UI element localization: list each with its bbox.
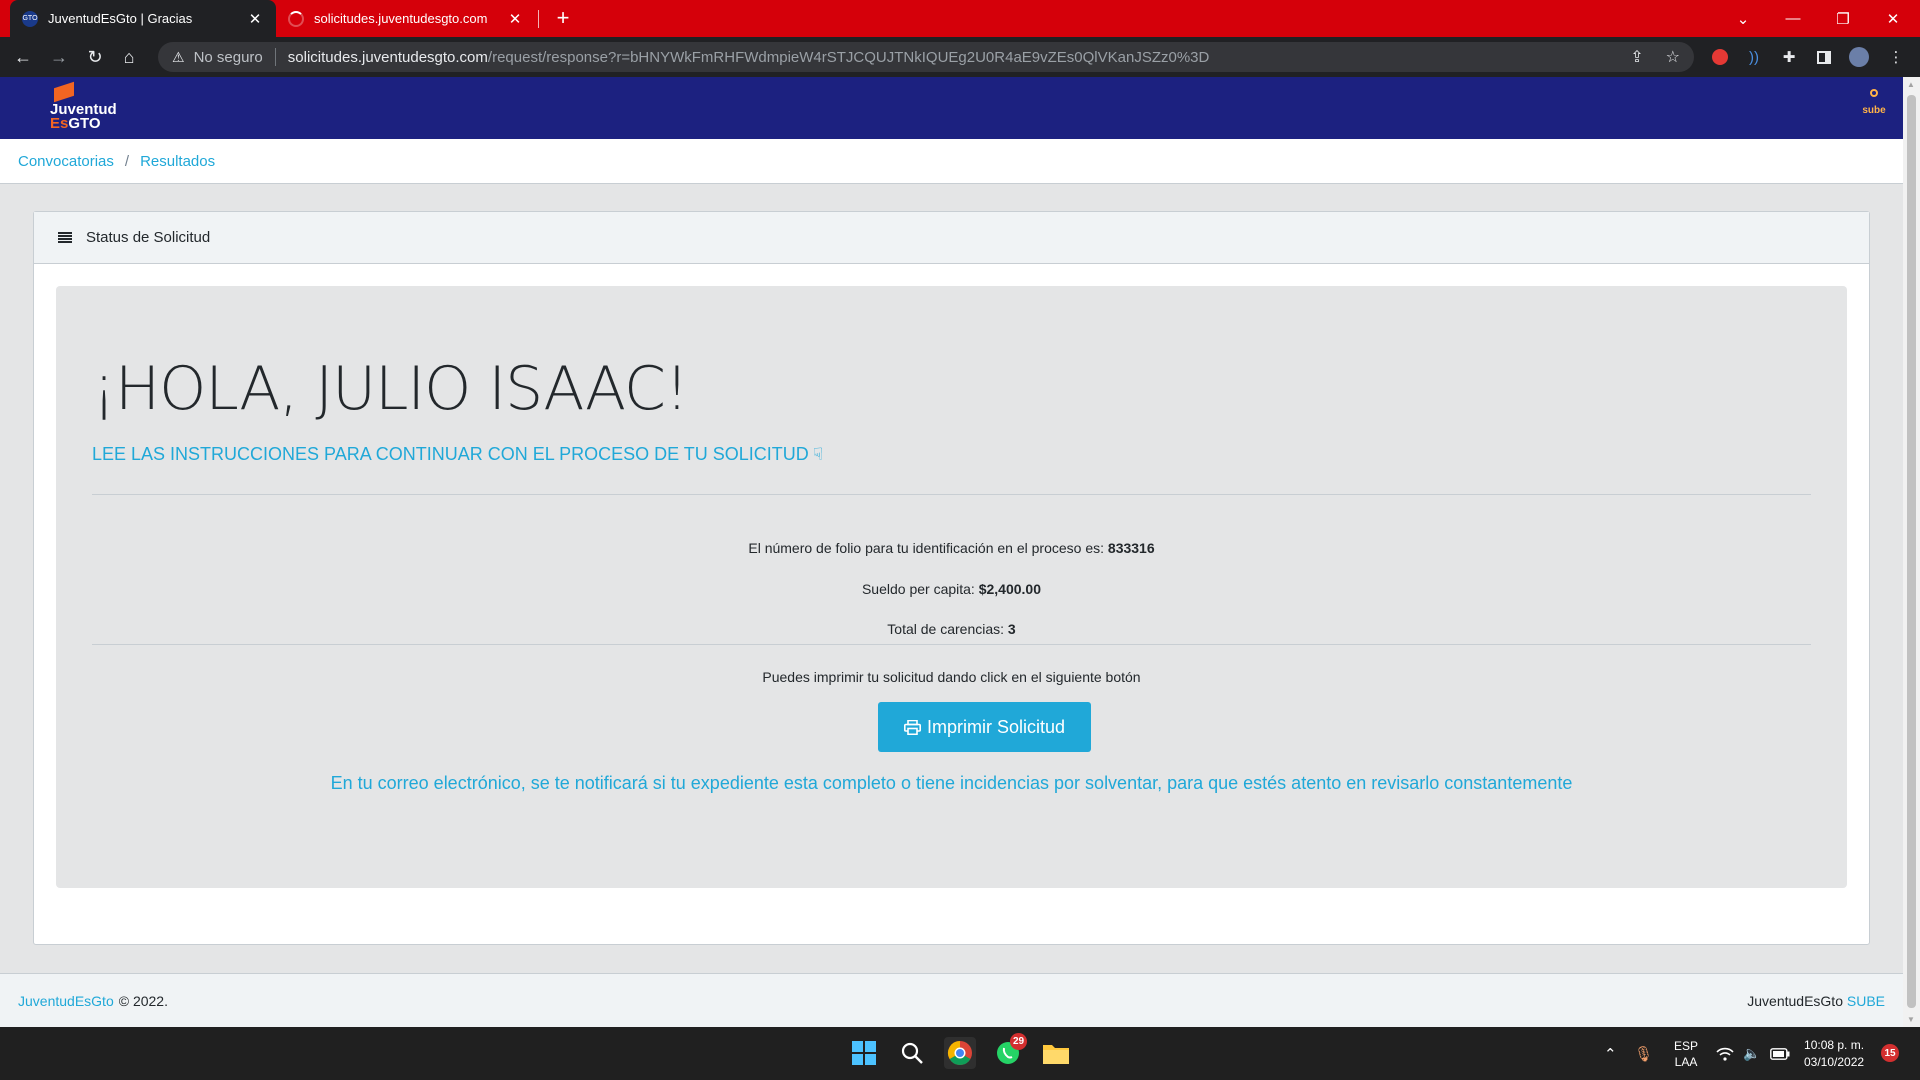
breadcrumb: Convocatorias / Resultados: [0, 139, 1903, 184]
microphone-icon[interactable]: 🎙: [1634, 1027, 1653, 1080]
close-window-button[interactable]: ✕: [1870, 0, 1916, 37]
footer-right: JuventudEsGto SUBE: [1747, 993, 1885, 1009]
divider: [92, 494, 1811, 495]
extension-red-icon[interactable]: [1709, 46, 1731, 68]
language-code: ESP: [1674, 1038, 1699, 1053]
card-title: Status de Solicitud: [86, 229, 211, 246]
url-path[interactable]: /request/response?r=bHNYWkFmRHFWdmpieW4r…: [488, 49, 1209, 66]
wifi-icon[interactable]: [1716, 1027, 1734, 1080]
url-host[interactable]: solicitudes.juventudesgto.com: [288, 49, 488, 66]
extensions-puzzle-icon[interactable]: ✚: [1778, 46, 1800, 68]
tab-search-icon[interactable]: ⌄: [1720, 0, 1766, 37]
forward-arrow-icon[interactable]: →: [46, 45, 72, 69]
juventud-esgto-logo[interactable]: Juventud EsGTO: [50, 81, 117, 132]
list-icon: [58, 231, 72, 244]
keyboard-layout: LAA: [1674, 1054, 1698, 1069]
bookmark-star-icon[interactable]: ☆: [1666, 47, 1680, 67]
windows-start-icon[interactable]: [848, 1037, 880, 1069]
site-header: Juventud EsGTO sube: [0, 77, 1903, 139]
footer-copyright: © 2022.: [118, 992, 168, 1009]
greeting-heading: ¡HOLA, JULIO ISAAC!: [92, 354, 689, 424]
page-footer: JuventudEsGto © 2022. JuventudEsGto SUBE: [0, 973, 1903, 1027]
sube-logo[interactable]: sube: [1859, 89, 1889, 123]
print-button-label: Imprimir Solicitud: [926, 716, 1066, 737]
footer-brand-link[interactable]: JuventudEsGto: [18, 993, 114, 1009]
loading-spinner-icon: [288, 10, 304, 27]
whatsapp-badge: 29: [1010, 1033, 1027, 1050]
warning-icon[interactable]: ⚠: [172, 49, 185, 66]
instructions-text: LEE LAS INSTRUCCIONES PARA CONTINUAR CON…: [92, 444, 809, 464]
extension-audio-icon[interactable]: )): [1743, 46, 1765, 68]
email-notice: En tu correo electrónico, se te notifica…: [330, 773, 1573, 793]
sueldo-line: Sueldo per capita: $2,400.00: [92, 581, 1811, 597]
carencias-label: Total de carencias:: [887, 621, 1005, 637]
instructions-lead: LEE LAS INSTRUCCIONES PARA CONTINUAR CON…: [92, 444, 823, 465]
divider: [92, 644, 1811, 645]
home-icon[interactable]: ⌂: [116, 45, 142, 69]
site-favicon-icon: GTO: [22, 10, 38, 27]
carencias-value: 3: [1007, 621, 1016, 637]
sube-label: sube: [1862, 105, 1886, 116]
security-label[interactable]: No seguro: [194, 49, 263, 66]
clock[interactable]: 10:08 p. m. 03/10/2022: [1804, 1027, 1864, 1080]
sueldo-label: Sueldo per capita:: [861, 581, 975, 597]
profile-avatar[interactable]: [1848, 46, 1870, 68]
sueldo-value: $2,400.00: [978, 581, 1042, 597]
battery-icon[interactable]: [1770, 1027, 1790, 1080]
print-request-button[interactable]: Imprimir Solicitud: [878, 702, 1091, 752]
tab-solicitudes[interactable]: solicitudes.juventudesgto.com ✕: [276, 0, 536, 37]
share-icon[interactable]: ⇪: [1630, 47, 1643, 67]
new-tab-button[interactable]: +: [550, 5, 576, 31]
breadcrumb-convocatorias[interactable]: Convocatorias: [18, 153, 114, 170]
restore-button[interactable]: ❐: [1820, 0, 1866, 37]
scroll-down-icon[interactable]: ▼: [1907, 1015, 1915, 1024]
folio-label: El número de folio para tu identificació…: [748, 540, 1105, 556]
windows-taskbar: 29 ⌃ 🎙 ESP LAA 🔈 10:08 p. m. 03/10/2022 …: [0, 1027, 1920, 1080]
breadcrumb-resultados[interactable]: Resultados: [140, 153, 215, 170]
chrome-taskbar-icon[interactable]: [944, 1037, 976, 1069]
file-explorer-icon[interactable]: [1040, 1037, 1072, 1069]
breadcrumb-separator: /: [124, 152, 130, 170]
clock-time: 10:08 p. m.: [1804, 1037, 1865, 1052]
notification-count-badge[interactable]: 15: [1881, 1044, 1899, 1062]
card-header: Status de Solicitud: [34, 212, 1869, 264]
search-icon[interactable]: [896, 1037, 928, 1069]
status-card: Status de Solicitud ¡HOLA, JULIO ISAAC! …: [33, 211, 1870, 945]
tab-separator: [538, 10, 539, 28]
hand-pointing-down-icon: ☟: [812, 445, 824, 464]
folio-line: El número de folio para tu identificació…: [92, 540, 1811, 556]
logo-gto: GTO: [68, 115, 101, 132]
reload-icon[interactable]: ↻: [82, 45, 108, 69]
side-panel-icon[interactable]: [1813, 46, 1835, 68]
minimize-button[interactable]: —: [1770, 0, 1816, 37]
close-tab-icon[interactable]: ✕: [506, 10, 524, 28]
browser-toolbar: ← → ↻ ⌂ ⚠ No seguro solicitudes.juventud…: [0, 37, 1920, 77]
jumbotron: ¡HOLA, JULIO ISAAC! LEE LAS INSTRUCCIONE…: [56, 286, 1847, 888]
tab-title: solicitudes.juventudesgto.com: [314, 11, 488, 26]
chrome-menu-icon[interactable]: ⋮: [1885, 46, 1907, 68]
footer-sube-link[interactable]: SUBE: [1847, 993, 1885, 1009]
logo-flag-icon: [54, 81, 74, 103]
page-scrollbar[interactable]: ▲ ▼: [1903, 77, 1920, 1027]
scrollbar-thumb[interactable]: [1907, 95, 1916, 1008]
clock-date: 03/10/2022: [1804, 1054, 1865, 1069]
language-indicator[interactable]: ESP LAA: [1674, 1027, 1698, 1080]
address-bar[interactable]: ⚠ No seguro solicitudes.juventudesgto.co…: [158, 42, 1694, 72]
close-tab-icon[interactable]: ✕: [246, 10, 264, 28]
tab-strip: GTO JuventudEsGto | Gracias ✕ solicitude…: [0, 0, 1920, 37]
folio-value: 833316: [1107, 540, 1155, 556]
tab-juventud-gracias[interactable]: GTO JuventudEsGto | Gracias ✕: [10, 0, 276, 37]
volume-icon[interactable]: 🔈: [1743, 1027, 1760, 1080]
tab-title: JuventudEsGto | Gracias: [48, 11, 193, 26]
logo-es: Es: [50, 115, 69, 132]
tray-overflow-icon[interactable]: ⌃: [1604, 1027, 1617, 1080]
carencias-line: Total de carencias: 3: [92, 621, 1811, 637]
omnibox-divider: [274, 48, 276, 66]
printer-icon: [903, 719, 921, 735]
footer-right-text: JuventudEsGto: [1747, 992, 1843, 1009]
scroll-up-icon[interactable]: ▲: [1907, 80, 1915, 89]
back-arrow-icon[interactable]: ←: [10, 45, 36, 69]
sube-person-icon: [1870, 89, 1878, 97]
print-hint: Puedes imprimir tu solicitud dando click…: [762, 669, 1141, 685]
